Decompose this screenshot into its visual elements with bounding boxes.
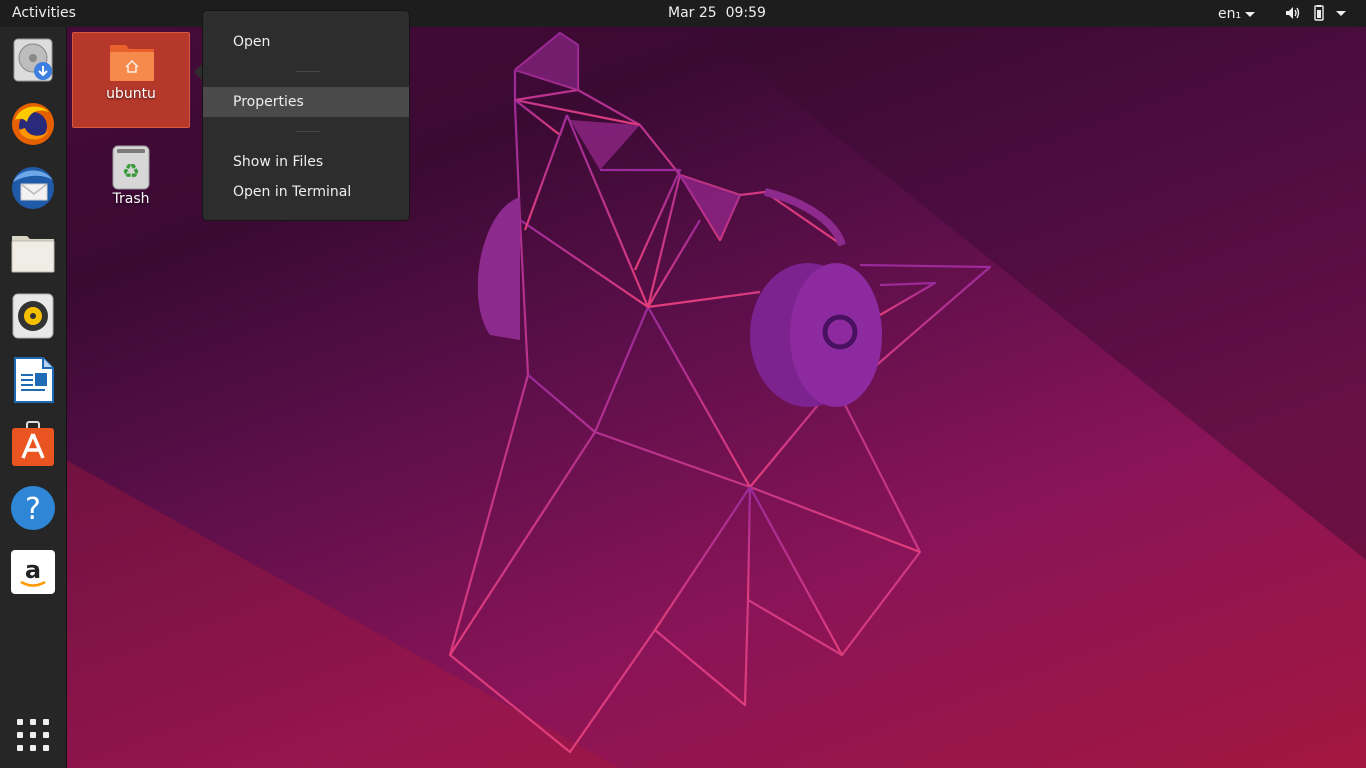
activities-button[interactable]: Activities <box>12 5 76 21</box>
svg-text:a: a <box>25 556 41 584</box>
desktop-home-folder[interactable]: ubuntu <box>72 32 190 128</box>
context-menu: Open Properties Show in Files Open in Te… <box>202 10 410 221</box>
rhythmbox-icon[interactable] <box>9 292 57 340</box>
clock-date: Mar 25 <box>668 5 717 21</box>
menu-separator <box>296 71 320 72</box>
menu-item-show-in-files[interactable]: Show in Files <box>203 147 409 177</box>
software-center-icon[interactable] <box>9 420 57 468</box>
dock: ? a <box>0 27 67 768</box>
volume-icon <box>1286 7 1300 19</box>
language-label: en₁ <box>1218 6 1242 22</box>
clock-time: 09:59 <box>725 5 766 21</box>
svg-text:♻: ♻ <box>122 159 140 183</box>
chevron-down-icon <box>1245 11 1256 17</box>
system-tray[interactable] <box>1284 5 1346 21</box>
trash-label: Trash <box>112 191 150 207</box>
show-applications-icon[interactable] <box>17 719 49 751</box>
home-folder-icon <box>110 45 154 81</box>
home-folder-label: ubuntu <box>106 86 156 102</box>
files-icon[interactable] <box>9 228 57 276</box>
svg-text:?: ? <box>25 492 41 527</box>
trash-icon: ♻ <box>112 145 150 190</box>
libreoffice-writer-icon[interactable] <box>9 356 57 404</box>
thunderbird-icon[interactable] <box>9 164 57 212</box>
disk-installer-icon[interactable] <box>9 36 57 84</box>
language-selector[interactable]: en₁ <box>1218 6 1256 22</box>
help-icon[interactable]: ? <box>9 484 57 532</box>
battery-icon <box>1314 5 1324 21</box>
firefox-icon[interactable] <box>9 100 57 148</box>
amazon-icon[interactable]: a <box>9 548 57 596</box>
menu-item-open-in-terminal[interactable]: Open in Terminal <box>203 177 409 207</box>
context-menu-arrow <box>194 64 202 80</box>
menu-item-properties[interactable]: Properties <box>203 87 409 117</box>
clock[interactable]: Mar 25 09:59 <box>668 5 766 21</box>
menu-item-open[interactable]: Open <box>203 27 409 57</box>
system-menu-chevron-icon <box>1336 10 1346 16</box>
desktop-trash[interactable]: ♻ Trash <box>72 138 190 218</box>
menu-separator <box>296 131 320 132</box>
